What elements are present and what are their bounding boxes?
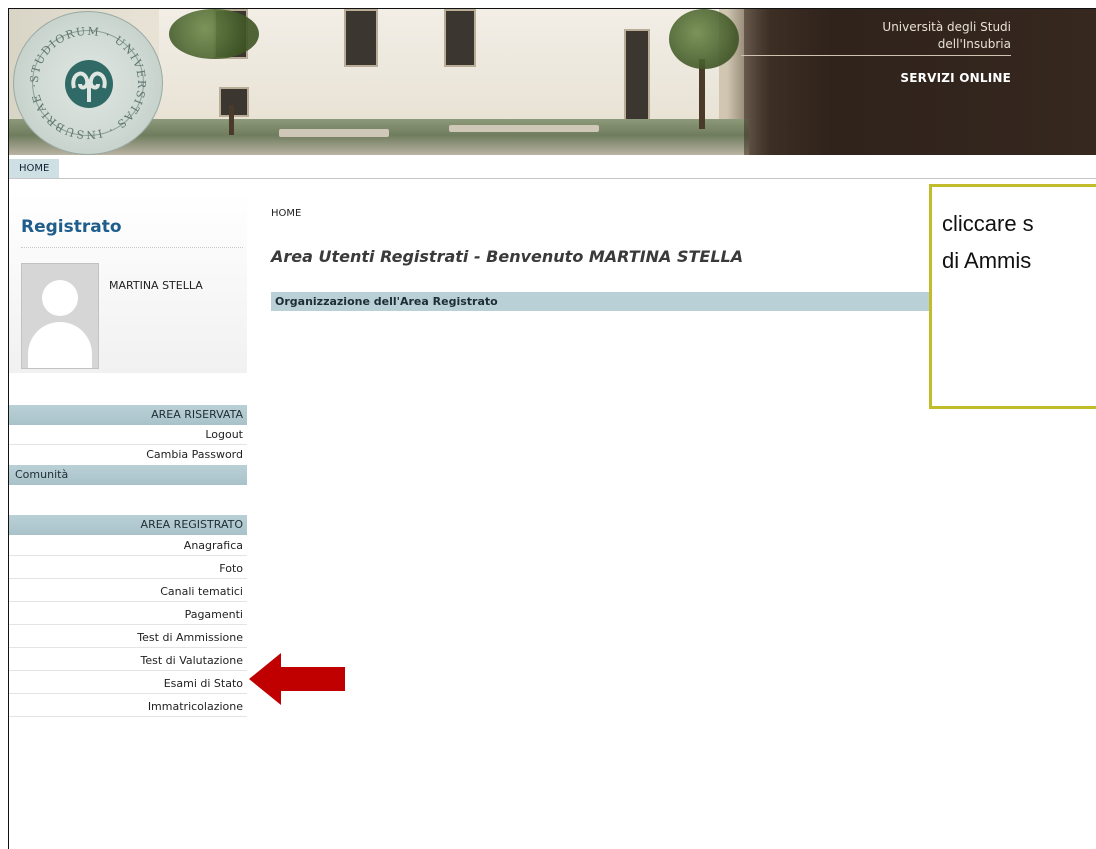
avatar-head-icon — [42, 280, 78, 316]
university-name-line2: dell'Insubria — [937, 37, 1011, 51]
top-nav: HOME — [9, 155, 1096, 179]
sidebar: Registrato MARTINA STELLA AREA RISERVATA… — [9, 179, 247, 849]
sidebar-item-comunita[interactable]: Comunità — [9, 465, 247, 485]
logo-emblem-icon — [65, 60, 113, 108]
red-arrow-icon — [249, 653, 345, 705]
avatar[interactable] — [21, 263, 99, 369]
sidebar-item-foto[interactable]: Foto — [9, 559, 247, 579]
section-header-bar: Organizzazione dell'Area Registrato — [271, 292, 971, 311]
user-role-title: Registrato — [21, 217, 122, 237]
callout-text-line2: di Ammis — [942, 248, 1032, 273]
user-name: MARTINA STELLA — [109, 279, 203, 292]
callout-text-line1: cliccare s — [942, 211, 1034, 236]
sidebar-item-test-di-ammissione[interactable]: Test di Ammissione — [9, 628, 247, 648]
page-title: Area Utenti Registrati - Benvenuto MARTI… — [271, 247, 744, 266]
university-seal-logo[interactable]: STUDIORUM · UNIVERSITAS · INSUBRIAE · — [13, 11, 163, 155]
header-banner: STUDIORUM · UNIVERSITAS · INSUBRIAE · Un… — [9, 9, 1096, 155]
sidebar-item-test-di-valutazione[interactable]: Test di Valutazione — [9, 651, 247, 671]
tab-home[interactable]: HOME — [9, 159, 60, 178]
sidebar-item-logout[interactable]: Logout — [9, 425, 247, 445]
service-title: SERVIZI ONLINE — [900, 71, 1011, 85]
sidebar-item-immatricolazione[interactable]: Immatricolazione — [9, 697, 247, 717]
section-area-riservata: AREA RISERVATA — [9, 405, 247, 425]
section-area-registrato: AREA REGISTRATO — [9, 515, 247, 535]
sidebar-item-cambia-password[interactable]: Cambia Password — [9, 445, 247, 465]
sidebar-item-canali-tematici[interactable]: Canali tematici — [9, 582, 247, 602]
instruction-callout: cliccare s di Ammis — [929, 184, 1096, 409]
sidebar-item-pagamenti[interactable]: Pagamenti — [9, 605, 247, 625]
browser-frame: STUDIORUM · UNIVERSITAS · INSUBRIAE · Un… — [8, 8, 1096, 849]
profile-box: Registrato MARTINA STELLA — [9, 193, 247, 373]
university-brand: Università degli Studi dell'Insubria SER… — [741, 19, 1011, 85]
sidebar-item-anagrafica[interactable]: Anagrafica — [9, 536, 247, 556]
university-name-line1: Università degli Studi — [882, 20, 1011, 34]
breadcrumb[interactable]: HOME — [271, 208, 301, 219]
sidebar-item-esami-di-stato[interactable]: Esami di Stato — [9, 674, 247, 694]
avatar-body-icon — [28, 322, 92, 368]
